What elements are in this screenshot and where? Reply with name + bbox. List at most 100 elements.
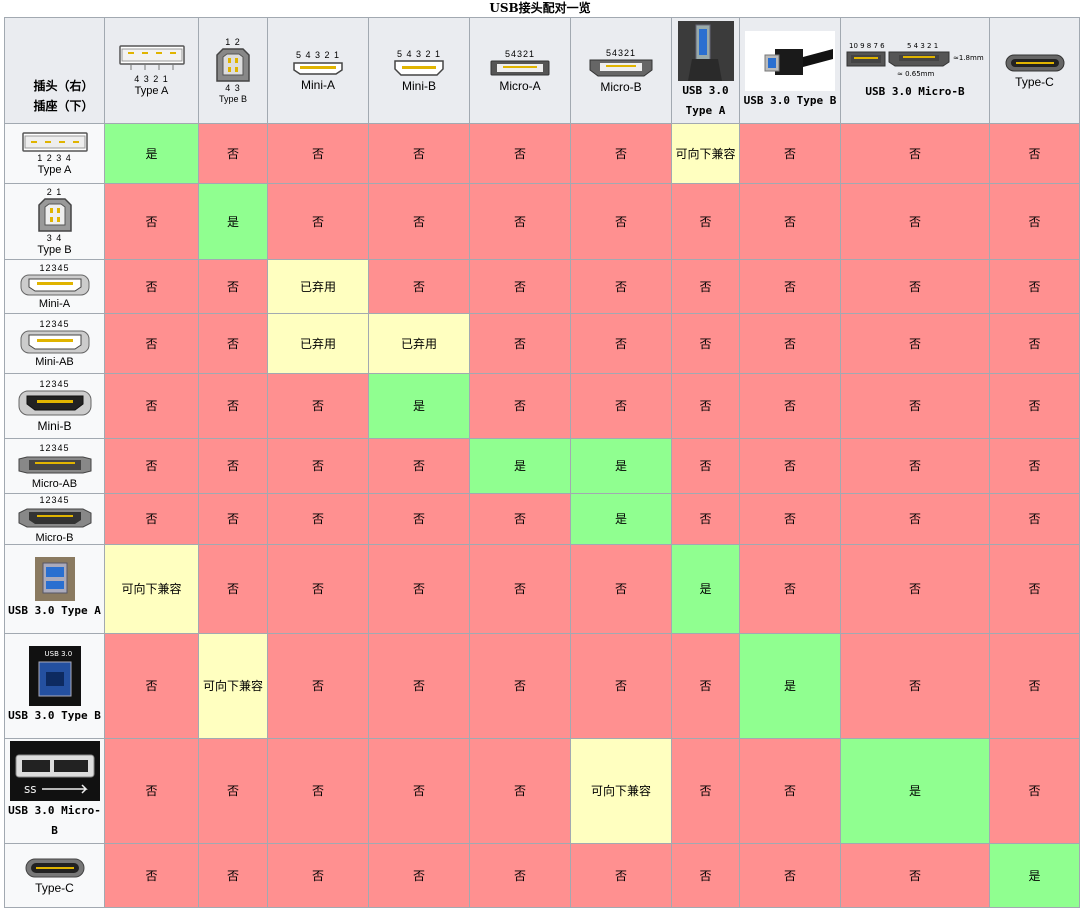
compat-cell: 可向下兼容	[198, 633, 268, 739]
compat-cell: 否	[368, 493, 470, 545]
compat-cell: 否	[469, 123, 571, 184]
compat-cell: 否	[840, 493, 990, 545]
compat-cell: 否	[570, 313, 672, 374]
compat-cell: 否	[989, 123, 1080, 184]
compat-cell: 否	[198, 373, 268, 439]
compat-cell: 否	[671, 313, 740, 374]
col-micro-b-label: Micro-B	[600, 79, 642, 94]
compat-cell: 否	[671, 373, 740, 439]
usb-mini-a-plug-icon	[293, 61, 343, 75]
compat-cell: 否	[989, 438, 1080, 494]
usb-type-a-plug-icon	[118, 45, 185, 70]
compat-cell: 否	[570, 123, 672, 184]
table-row: 12345 Micro-AB 否否否否是是否否否否	[4, 438, 1080, 494]
col-usb3-type-b-label: USB 3.0 Type B	[743, 93, 837, 107]
col-usb3-micro-b-label: USB 3.0 Micro-B	[865, 84, 965, 98]
usb3-type-b-receptacle-photo: USB 3.0	[28, 646, 81, 706]
row-label: Mini-B	[37, 419, 72, 433]
compat-cell: 否	[469, 843, 571, 908]
usb-type-c-receptacle-icon	[25, 858, 84, 877]
compat-cell: 否	[739, 373, 841, 439]
row-pins: 1 2 3 4	[37, 153, 72, 163]
compat-cell: 可向下兼容	[570, 738, 672, 844]
compat-cell: 否	[989, 373, 1080, 439]
row-pins-bottom: 3 4	[46, 233, 63, 243]
compat-cell: 否	[368, 738, 470, 844]
row-header: USB 3.0 USB 3.0 Type B	[4, 633, 105, 739]
compat-cell: 是	[840, 738, 990, 844]
compat-cell: 否	[469, 633, 571, 739]
row-label: USB 3.0 Micro-B	[8, 804, 101, 837]
col-micro-a-pins: 54321	[504, 48, 536, 59]
col-type-a-label: Type A	[134, 85, 169, 97]
usb-type-b-receptacle-icon	[37, 198, 72, 232]
compat-cell: 否	[989, 259, 1080, 314]
col-type-a-pins: 4 3 2 1	[134, 74, 169, 84]
compat-cell: 否	[469, 259, 571, 314]
compat-cell: 否	[368, 843, 470, 908]
usb-mini-ab-receptacle-icon	[20, 330, 89, 354]
compat-cell: 否	[570, 633, 672, 739]
compat-cell: 否	[368, 123, 470, 184]
col-header-usb3-type-a: USB 3.0 Type A	[671, 17, 740, 124]
compat-cell: 否	[989, 633, 1080, 739]
compat-cell: 否	[739, 493, 841, 545]
compat-cell: 否	[840, 373, 990, 439]
row-photo-text: USB 3.0	[44, 650, 73, 658]
compat-cell: 是	[570, 493, 672, 545]
compat-cell: 是	[104, 123, 199, 184]
col-type-b-label: Type B	[218, 94, 247, 104]
compat-cell: 否	[104, 373, 199, 439]
compat-cell: 否	[570, 373, 672, 439]
col-mini-a-label: Mini-A	[300, 77, 335, 92]
col-micro-b-pins: 54321	[605, 47, 637, 58]
row-pins: 12345	[39, 319, 70, 329]
compat-cell: 是	[739, 633, 841, 739]
compat-cell: 否	[267, 123, 369, 184]
col-type-b-pins-top: 1 2	[225, 37, 241, 47]
col-usb3-type-a-label: USB 3.0 Type A	[682, 83, 729, 117]
usb-mini-b-plug-icon	[394, 59, 444, 76]
table-row: 12345 Mini-B 否否否是否否否否否否	[4, 373, 1080, 439]
row-label: Type A	[37, 164, 72, 176]
compat-cell: 否	[368, 438, 470, 494]
compat-cell: 否	[739, 438, 841, 494]
row-header: 12345 Mini-AB	[4, 313, 105, 374]
compat-cell: 否	[469, 738, 571, 844]
table-row: 2 13 4 Type B否是否否否否否否否否	[4, 183, 1080, 260]
table-row: USB 3.0 Type A 可向下兼容否否否否否是否否否	[4, 544, 1080, 634]
compat-cell: 否	[671, 633, 740, 739]
compat-cell: 否	[989, 183, 1080, 260]
table-row: 12345 Mini-A 否否已弃用否否否否否否否	[4, 259, 1080, 314]
compat-cell: 是	[368, 373, 470, 439]
compat-cell: 否	[267, 738, 369, 844]
compat-cell: 否	[671, 493, 740, 545]
compat-cell: 否	[198, 544, 268, 634]
compat-cell: 否	[267, 183, 369, 260]
compat-cell: 否	[198, 843, 268, 908]
table-row: ss USB 3.0 Micro-B 否否否否否可向下兼容否否是否	[4, 738, 1080, 844]
compat-cell: 已弃用	[368, 313, 470, 374]
compat-cell: 否	[198, 313, 268, 374]
compat-cell: 否	[739, 843, 841, 908]
usb-micro-a-plug-icon	[490, 60, 550, 75]
row-header: 12345 Mini-A	[4, 259, 105, 314]
row-header: 1 2 3 4 Type A	[4, 123, 105, 184]
compat-cell: 否	[267, 438, 369, 494]
compat-cell: 否	[104, 313, 199, 374]
col-header-type-c: Type-C	[989, 17, 1080, 124]
table-caption: USB接头配对一览	[489, 1, 591, 15]
compat-cell: 否	[989, 738, 1080, 844]
compat-cell: 否	[368, 633, 470, 739]
compat-cell: 已弃用	[267, 259, 369, 314]
compat-cell: 否	[570, 183, 672, 260]
table-body: 1 2 3 4 Type A 是否否否否否可向下兼容否否否 2 13 4 Type B否…	[4, 123, 1080, 908]
compat-cell: 否	[104, 738, 199, 844]
row-header: 12345 Mini-B	[4, 373, 105, 439]
col-type-c-label: Type-C	[1015, 74, 1054, 89]
col-header-micro-b: 54321 Micro-B	[570, 17, 672, 124]
row-header: Type-C	[4, 843, 105, 908]
compat-cell: 否	[469, 373, 571, 439]
compat-cell: 否	[840, 843, 990, 908]
compat-cell: 否	[671, 738, 740, 844]
